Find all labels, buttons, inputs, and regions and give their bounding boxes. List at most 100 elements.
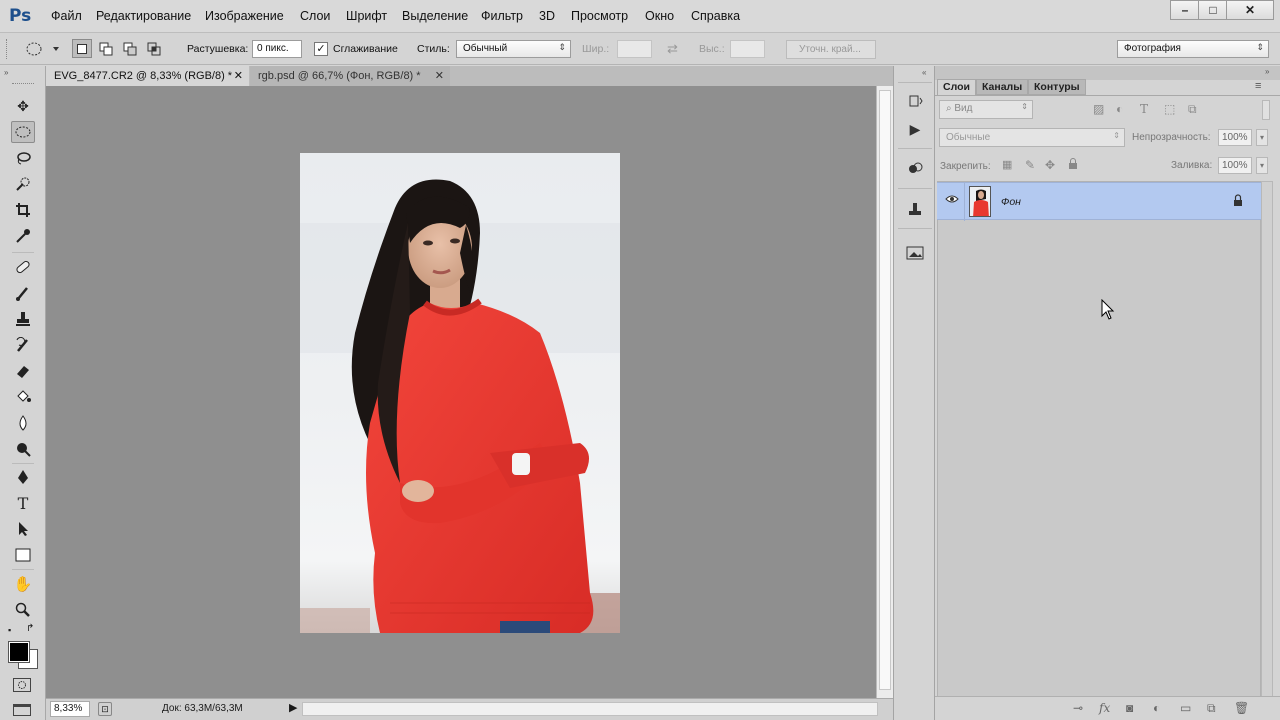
horizontal-scrollbar[interactable] bbox=[302, 702, 878, 716]
clone-stamp-icon[interactable] bbox=[11, 308, 35, 330]
image-panel-icon[interactable] bbox=[902, 242, 928, 264]
new-group-icon[interactable]: ▭ bbox=[1180, 701, 1191, 715]
filter-adjustment-icon[interactable]: ◐ bbox=[1116, 102, 1123, 116]
actions-panel-icon[interactable]: ▶ bbox=[902, 118, 928, 140]
scroll-thumb[interactable] bbox=[879, 90, 891, 690]
default-colors-icon[interactable]: ▪ bbox=[8, 625, 11, 635]
move-tool-icon[interactable]: ✥ bbox=[11, 95, 35, 117]
menu-edit[interactable]: Редактирование bbox=[96, 9, 191, 23]
quick-mask-icon[interactable] bbox=[13, 678, 31, 692]
blur-icon[interactable] bbox=[11, 412, 35, 434]
history-brush-icon[interactable] bbox=[11, 334, 35, 356]
menu-window[interactable]: Окно bbox=[645, 9, 674, 23]
maximize-button[interactable]: □ bbox=[1198, 0, 1228, 20]
expand-icon[interactable]: « bbox=[922, 68, 926, 77]
close-window-button[interactable]: ✕ bbox=[1226, 0, 1274, 20]
subtract-selection-icon[interactable] bbox=[120, 39, 140, 58]
lock-position-icon[interactable]: ✥ bbox=[1045, 158, 1055, 172]
quick-select-icon[interactable] bbox=[11, 173, 35, 195]
fill-dropdown-icon[interactable]: ▾ bbox=[1256, 157, 1268, 174]
intersect-selection-icon[interactable] bbox=[144, 39, 164, 58]
swap-colors-icon[interactable]: ↱ bbox=[26, 623, 34, 634]
lock-transparent-icon[interactable]: ▦ bbox=[1002, 158, 1012, 171]
screen-mode-icon[interactable] bbox=[13, 704, 31, 716]
hand-icon[interactable]: ✋ bbox=[11, 573, 35, 595]
menu-select[interactable]: Выделение bbox=[402, 9, 468, 23]
antialias-checkbox[interactable]: ✓ bbox=[314, 42, 328, 56]
panel-menu-icon[interactable]: ≡ bbox=[1255, 80, 1261, 92]
dodge-icon[interactable] bbox=[11, 438, 35, 460]
link-layers-icon[interactable]: ⊸ bbox=[1073, 701, 1083, 715]
eraser-icon[interactable] bbox=[11, 360, 35, 382]
collapse-icon[interactable]: » bbox=[4, 68, 8, 77]
layer-row[interactable]: Фон bbox=[937, 182, 1262, 221]
brush-icon[interactable] bbox=[11, 282, 35, 304]
tab-rgb-psd[interactable]: rgb.psd @ 66,7% (Фон, RGB/8) * ✕ bbox=[250, 66, 450, 86]
collapse-icon[interactable]: » bbox=[1265, 67, 1269, 76]
tab-layers[interactable]: Слои bbox=[937, 79, 976, 95]
filter-type-icon[interactable]: T bbox=[1140, 102, 1148, 116]
zoom-icon[interactable] bbox=[11, 599, 35, 621]
eyedropper-icon[interactable] bbox=[11, 225, 35, 247]
menu-file[interactable]: Файл bbox=[51, 9, 82, 23]
layers-scrollbar[interactable] bbox=[1261, 181, 1273, 697]
fx-icon[interactable]: fx bbox=[1099, 701, 1110, 715]
tab-evg8477[interactable]: EVG_8477.CR2 @ 8,33% (RGB/8) * ✕ bbox=[46, 66, 249, 86]
pen-icon[interactable] bbox=[11, 466, 35, 488]
menu-filter[interactable]: Фильтр bbox=[481, 9, 523, 23]
eye-icon[interactable] bbox=[945, 194, 959, 207]
ellipse-marquee-icon[interactable] bbox=[11, 121, 35, 143]
foreground-color-swatch[interactable] bbox=[8, 641, 30, 663]
opacity-dropdown-icon[interactable]: ▾ bbox=[1256, 129, 1268, 146]
refine-edge-button[interactable]: Уточн. край... bbox=[786, 40, 876, 59]
type-icon[interactable]: T bbox=[11, 492, 35, 514]
history-panel-icon[interactable] bbox=[902, 90, 928, 112]
lock-all-icon[interactable] bbox=[1068, 158, 1078, 173]
minimize-button[interactable]: – bbox=[1170, 0, 1200, 20]
swatches-panel-icon[interactable] bbox=[902, 158, 928, 180]
lock-pixels-icon[interactable]: ✎ bbox=[1025, 158, 1035, 172]
status-menu-arrow-icon[interactable]: ▶ bbox=[289, 701, 297, 714]
close-tab-icon[interactable]: ✕ bbox=[234, 69, 243, 82]
lasso-icon[interactable] bbox=[11, 147, 35, 169]
healing-brush-icon[interactable] bbox=[11, 256, 35, 278]
export-icon[interactable]: ⊡ bbox=[98, 702, 112, 716]
zoom-level-field[interactable]: 8,33% bbox=[50, 701, 90, 717]
feather-input[interactable]: 0 пикс. bbox=[252, 40, 302, 58]
tab-paths[interactable]: Контуры bbox=[1028, 79, 1086, 95]
ellipse-marquee-preset-icon[interactable] bbox=[20, 41, 60, 60]
height-input[interactable] bbox=[730, 40, 765, 58]
new-layer-icon[interactable]: ⧉ bbox=[1207, 701, 1216, 716]
filter-toggle[interactable] bbox=[1262, 100, 1270, 120]
filter-shape-icon[interactable]: ⬚ bbox=[1164, 102, 1175, 116]
swap-icon[interactable]: ⇄ bbox=[667, 41, 678, 57]
menu-layers[interactable]: Слои bbox=[300, 9, 330, 23]
paint-bucket-icon[interactable] bbox=[11, 386, 35, 408]
layer-filter-select[interactable]: ⌕ Вид ⇕ bbox=[939, 100, 1033, 119]
crop-icon[interactable] bbox=[11, 199, 35, 221]
document-photo[interactable] bbox=[300, 153, 620, 633]
add-mask-icon[interactable]: ◙ bbox=[1126, 701, 1133, 715]
add-selection-icon[interactable] bbox=[96, 39, 116, 58]
menu-type[interactable]: Шрифт bbox=[346, 9, 387, 23]
blend-mode-select[interactable]: Обычные ⇕ bbox=[939, 128, 1125, 147]
menu-view[interactable]: Просмотр bbox=[571, 9, 628, 23]
new-selection-icon[interactable] bbox=[72, 39, 92, 58]
layer-name[interactable]: Фон bbox=[1001, 196, 1021, 208]
filter-smart-object-icon[interactable]: ⧉ bbox=[1188, 102, 1197, 117]
fill-field[interactable]: 100% bbox=[1218, 157, 1252, 174]
rectangle-icon[interactable] bbox=[11, 544, 35, 566]
styles-panel-icon[interactable] bbox=[902, 198, 928, 220]
menu-3d[interactable]: 3D bbox=[539, 9, 555, 23]
close-tab-icon[interactable]: ✕ bbox=[435, 69, 444, 82]
style-select[interactable]: Обычный ⇕ bbox=[456, 40, 571, 58]
tab-channels[interactable]: Каналы bbox=[976, 79, 1029, 95]
vertical-scrollbar[interactable] bbox=[876, 86, 893, 698]
width-input[interactable] bbox=[617, 40, 652, 58]
menu-help[interactable]: Справка bbox=[691, 9, 740, 23]
trash-icon[interactable]: 🗑 bbox=[1234, 701, 1249, 715]
adjustment-layer-icon[interactable]: ◐ bbox=[1153, 701, 1160, 715]
filter-pixel-icon[interactable]: ▨ bbox=[1093, 102, 1104, 116]
menu-image[interactable]: Изображение bbox=[205, 9, 284, 23]
path-select-icon[interactable] bbox=[11, 518, 35, 540]
